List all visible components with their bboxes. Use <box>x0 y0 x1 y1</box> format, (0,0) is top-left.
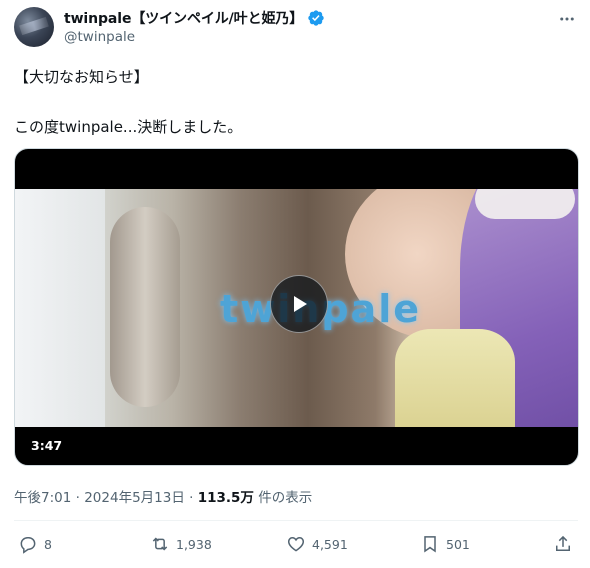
reply-count: 8 <box>44 536 52 552</box>
tweet-text-line-1: 【大切なお知らせ】 <box>14 68 149 86</box>
reply-icon <box>20 537 36 554</box>
share-button[interactable] <box>553 534 573 554</box>
avatar-streak <box>19 16 49 36</box>
avatar[interactable] <box>14 7 54 47</box>
author-name-row[interactable]: twinpale【ツインペイル/叶と姫乃】 <box>64 8 325 28</box>
microphone-shape <box>110 207 180 407</box>
divider <box>14 520 578 521</box>
headphone-shape <box>475 189 575 219</box>
video-player[interactable]: twinpale 3:47 <box>14 148 579 466</box>
action-bar: 8 1,938 4,591 501 <box>0 534 590 560</box>
light-background-shape <box>15 189 105 427</box>
display-name[interactable]: twinpale【ツインペイル/叶と姫乃】 <box>64 8 303 28</box>
more-dots-icon <box>560 17 574 21</box>
meta-separator: · <box>75 490 80 506</box>
shirt-shape <box>395 329 515 427</box>
bookmark-button[interactable]: 501 <box>420 534 470 554</box>
tweet-time[interactable]: 午後7:01 <box>14 490 71 506</box>
bookmark-count: 501 <box>446 536 470 552</box>
play-button[interactable] <box>270 275 328 333</box>
retweet-icon <box>152 537 168 551</box>
tweet-text-line-2: この度twinpale...決断しました。 <box>14 118 243 136</box>
retweet-count: 1,938 <box>176 536 212 552</box>
like-button[interactable]: 4,591 <box>286 534 348 554</box>
verified-badge-icon <box>308 10 324 26</box>
bookmark-icon <box>424 536 436 553</box>
tweet-meta: 午後7:01 · 2024年5月13日 · 113.5万 件の表示 <box>14 486 312 506</box>
author-handle[interactable]: @twinpale <box>64 29 135 45</box>
view-count-label: 件の表示 <box>258 490 313 506</box>
like-count: 4,591 <box>312 536 348 552</box>
meta-separator-2: · <box>189 490 194 506</box>
view-count: 113.5万 <box>197 490 254 506</box>
more-options-button[interactable] <box>556 8 578 30</box>
share-icon <box>556 535 570 551</box>
retweet-button[interactable]: 1,938 <box>150 534 212 554</box>
reply-button[interactable]: 8 <box>18 534 52 554</box>
heart-icon <box>287 536 305 552</box>
play-icon <box>294 296 307 312</box>
tweet-date[interactable]: 2024年5月13日 <box>84 490 185 506</box>
video-duration: 3:47 <box>31 438 63 453</box>
